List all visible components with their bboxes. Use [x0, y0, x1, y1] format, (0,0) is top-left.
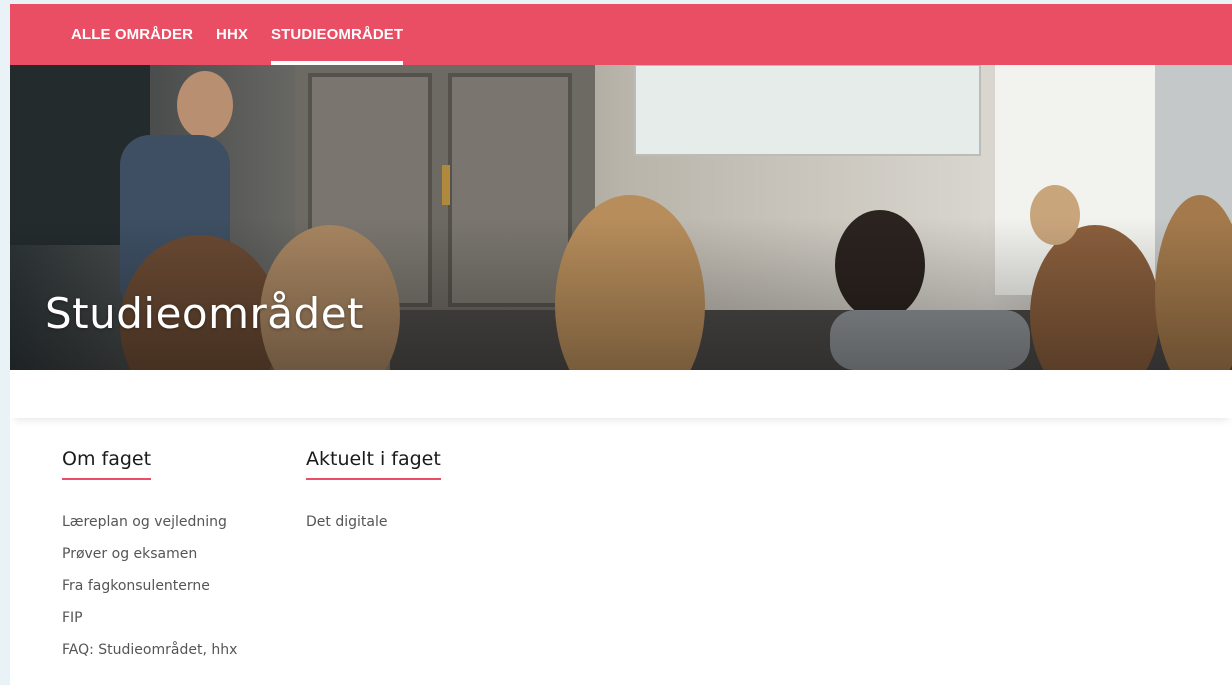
divider-band — [10, 370, 1232, 418]
om-faget-links: Læreplan og vejledning Prøver og eksamen… — [62, 512, 237, 672]
aktuelt-heading: Aktuelt i faget — [306, 448, 441, 480]
link-faq[interactable]: FAQ: Studieområdet, hhx — [62, 640, 237, 672]
om-faget-section: Om faget Læreplan og vejledning Prøver o… — [62, 448, 237, 672]
nav-item-hhx[interactable]: HHX — [216, 4, 248, 65]
link-fip[interactable]: FIP — [62, 608, 237, 640]
page: ALLE OMRÅDER HHX STUDIEOMRÅDET Studieomr… — [10, 4, 1232, 685]
aktuelt-links: Det digitale — [306, 512, 441, 544]
link-det-digitale[interactable]: Det digitale — [306, 512, 441, 544]
nav-item-alle-omraader[interactable]: ALLE OMRÅDER — [71, 4, 193, 65]
page-title: Studieområdet — [45, 289, 364, 338]
nav-item-studieomraadet[interactable]: STUDIEOMRÅDET — [271, 4, 404, 65]
link-proever-eksamen[interactable]: Prøver og eksamen — [62, 544, 237, 576]
aktuelt-section: Aktuelt i faget Det digitale — [306, 448, 441, 544]
hero-banner: Studieområdet — [10, 65, 1232, 370]
link-laereplan[interactable]: Læreplan og vejledning — [62, 512, 237, 544]
link-fagkonsulenterne[interactable]: Fra fagkonsulenterne — [62, 576, 237, 608]
om-faget-heading: Om faget — [62, 448, 152, 480]
top-navigation: ALLE OMRÅDER HHX STUDIEOMRÅDET — [10, 4, 1232, 65]
